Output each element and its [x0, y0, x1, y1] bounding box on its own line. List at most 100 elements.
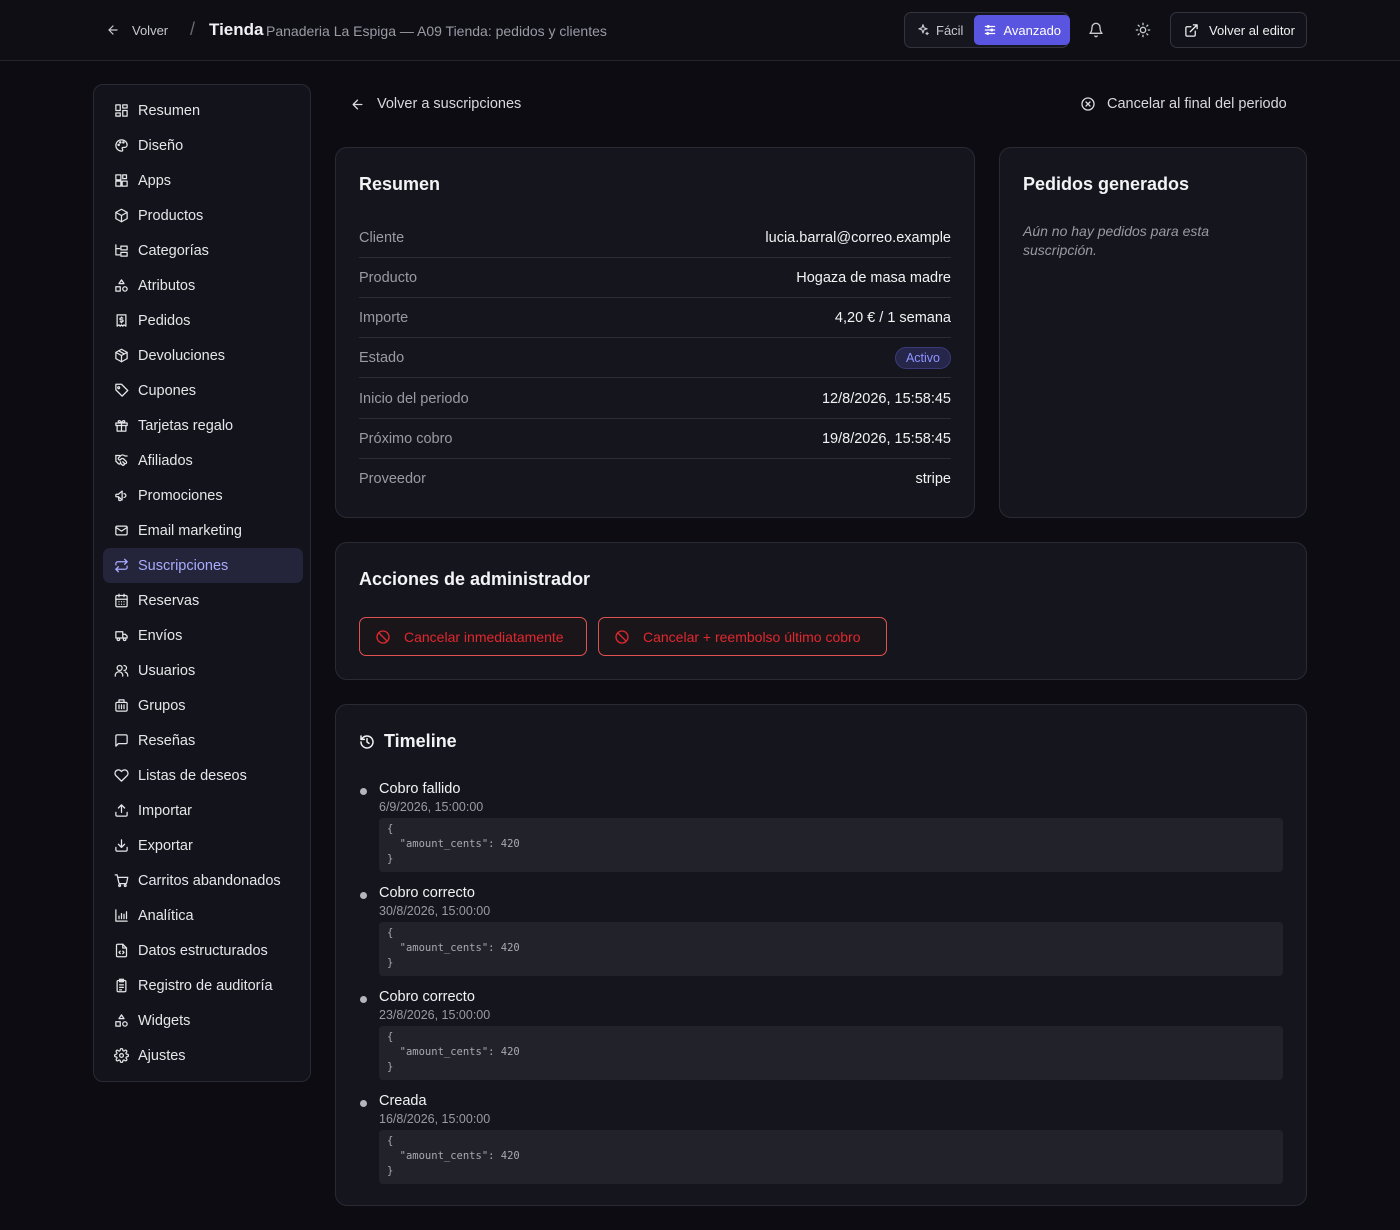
cancel-immediately-button[interactable]: Cancelar inmediatamente	[359, 617, 587, 656]
sidebar-item-cupones[interactable]: Cupones	[103, 373, 303, 408]
sidebar-item-usuarios[interactable]: Usuarios	[103, 653, 303, 688]
sidebar-item-label: Apps	[138, 172, 172, 189]
sidebar-item-carritos-abandonados[interactable]: Carritos abandonados	[103, 863, 303, 898]
summary-key: Proveedor	[359, 471, 426, 487]
sidebar-item-resumen[interactable]: Resumen	[103, 93, 303, 128]
mode-easy-button[interactable]: Fácil	[907, 15, 972, 45]
package-icon	[114, 208, 129, 223]
timeline-event-title: Cobro correcto	[379, 885, 475, 901]
sidebar-item-tarjetas-regalo[interactable]: Tarjetas regalo	[103, 408, 303, 443]
sidebar-item-label: Atributos	[138, 277, 196, 294]
sidebar-item-devoluciones[interactable]: Devoluciones	[103, 338, 303, 373]
summary-key: Próximo cobro	[359, 430, 453, 447]
sidebar-item-suscripciones[interactable]: Suscripciones	[103, 548, 303, 583]
summary-value: lucia.barral@correo.example	[765, 229, 951, 246]
sidebar-item-label: Diseño	[138, 137, 184, 154]
sidebar-item-label: Reseñas	[138, 732, 196, 749]
sidebar-item-resenas[interactable]: Reseñas	[103, 723, 303, 758]
admin-actions-card: Acciones de administrador Cancelar inmed…	[335, 542, 1307, 680]
timeline-event-payload: { "amount_cents": 420 }	[379, 922, 1283, 976]
sidebar-item-promociones[interactable]: Promociones	[103, 478, 303, 513]
sidebar-item-widgets[interactable]: Widgets	[103, 1003, 303, 1038]
sidebar-item-pedidos[interactable]: Pedidos	[103, 303, 303, 338]
sidebar-item-exportar[interactable]: Exportar	[103, 828, 303, 863]
sidebar-item-label: Productos	[138, 207, 204, 224]
sidebar-item-label: Importar	[138, 802, 192, 819]
sidebar-item-label: Analítica	[138, 907, 194, 924]
handshake-icon	[114, 453, 129, 468]
history-icon	[359, 734, 375, 750]
cancel-and-refund-label: Cancelar + reembolso último cobro	[643, 628, 861, 645]
timeline-event-payload: { "amount_cents": 420 }	[379, 1130, 1283, 1184]
sidebar-item-analitica[interactable]: Analítica	[103, 898, 303, 933]
sidebar-item-diseno[interactable]: Diseño	[103, 128, 303, 163]
circle-x-icon	[1080, 96, 1096, 112]
sidebar-item-reservas[interactable]: Reservas	[103, 583, 303, 618]
arrow-left-icon	[350, 97, 365, 112]
cancel-and-refund-button[interactable]: Cancelar + reembolso último cobro	[598, 617, 887, 656]
timeline-event-title: Creada	[379, 1093, 427, 1109]
timeline-event-date: 30/8/2026, 15:00:00	[379, 904, 491, 918]
sidebar-item-listas-de-deseos[interactable]: Listas de deseos	[103, 758, 303, 793]
shapes-icon	[114, 1013, 129, 1028]
timeline-event-date: 23/8/2026, 15:00:00	[379, 1008, 491, 1022]
back-to-subscriptions-link[interactable]: Volver a suscripciones	[346, 92, 525, 116]
sidebar-item-email-marketing[interactable]: Email marketing	[103, 513, 303, 548]
tree-icon	[114, 243, 129, 258]
sun-icon	[1135, 22, 1151, 38]
ban-icon	[614, 629, 630, 645]
summary-value: 12/8/2026, 15:58:45	[821, 390, 951, 407]
summary-row-inicio-del-periodo: Inicio del periodo 12/8/2026, 15:58:45	[359, 379, 951, 419]
back-label: Volver	[132, 22, 169, 38]
summary-value: stripe	[915, 471, 951, 487]
sidebar-item-categorias[interactable]: Categorías	[103, 233, 303, 268]
summary-key: Producto	[359, 269, 418, 286]
sidebar-item-label: Envíos	[138, 627, 183, 644]
summary-row-estado: Estado Activo	[359, 338, 951, 378]
cancel-at-period-end-button[interactable]: Cancelar al final del periodo	[1076, 92, 1291, 116]
summary-value: Hogaza de masa madre	[796, 269, 951, 286]
megaphone-icon	[114, 488, 129, 503]
sidebar-item-apps[interactable]: Apps	[103, 163, 303, 198]
summary-value: 19/8/2026, 15:58:45	[821, 430, 951, 447]
timeline-dot	[360, 996, 367, 1003]
sidebar-item-datos-estructurados[interactable]: Datos estructurados	[103, 933, 303, 968]
mode-advanced-button[interactable]: Avanzado	[974, 15, 1071, 45]
sidebar-item-productos[interactable]: Productos	[103, 198, 303, 233]
sidebar-item-afiliados[interactable]: Afiliados	[103, 443, 303, 478]
summary-card: Resumen Cliente lucia.barral@correo.examp…	[335, 147, 975, 518]
summary-title: Resumen	[359, 174, 441, 194]
page-title: Tienda	[209, 20, 264, 39]
page-subtitle: Panaderia La Espiga — A09 Tienda: pedido…	[266, 23, 607, 39]
repeat-icon	[114, 558, 129, 573]
gift-icon	[114, 418, 129, 433]
summary-row-proveedor: Proveedor stripe	[359, 459, 951, 499]
timeline-event-payload: { "amount_cents": 420 }	[379, 818, 1283, 872]
timeline-dot	[360, 788, 367, 795]
sidebar-item-importar[interactable]: Importar	[103, 793, 303, 828]
sidebar-item-grupos[interactable]: Grupos	[103, 688, 303, 723]
building-icon	[114, 698, 129, 713]
timeline-event-date: 16/8/2026, 15:00:00	[379, 1112, 491, 1126]
sidebar-item-label: Promociones	[138, 487, 223, 504]
summary-value: 4,20 € / 1 semana	[834, 309, 951, 326]
notifications-button[interactable]	[1083, 17, 1109, 43]
apps-icon	[114, 173, 129, 188]
upload-icon	[114, 803, 129, 818]
sidebar-item-envios[interactable]: Envíos	[103, 618, 303, 653]
truck-icon	[114, 628, 129, 643]
back-to-editor-button[interactable]: Volver al editor	[1170, 12, 1307, 48]
sidebar-item-registro-de-auditoria[interactable]: Registro de auditoría	[103, 968, 303, 1003]
download-icon	[114, 838, 129, 853]
calendar-icon	[114, 593, 129, 608]
theme-toggle-button[interactable]	[1130, 17, 1156, 43]
empty-orders-message: Aún no hay pedidos para esta suscripción…	[1023, 223, 1210, 258]
sidebar-item-label: Exportar	[138, 837, 193, 854]
settings-icon	[114, 1048, 129, 1063]
timeline-dot	[360, 1100, 367, 1107]
sidebar-item-atributos[interactable]: Atributos	[103, 268, 303, 303]
sidebar-item-ajustes[interactable]: Ajustes	[103, 1038, 303, 1073]
generated-orders-card: Pedidos generados Aún no hay pedidos par…	[999, 147, 1307, 518]
mode-switch: Fácil Avanzado	[904, 12, 1071, 48]
back-button[interactable]: Volver	[100, 17, 174, 43]
